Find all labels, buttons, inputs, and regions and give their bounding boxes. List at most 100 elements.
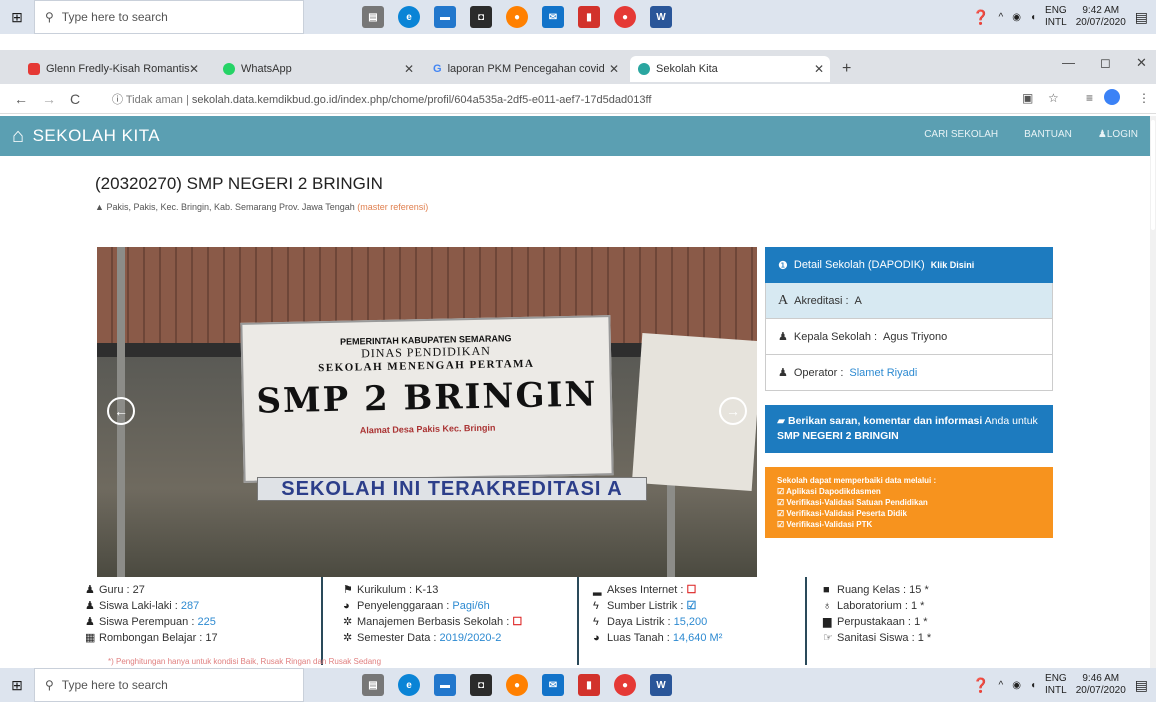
operator-link[interactable]: Slamet Riyadi (849, 367, 917, 379)
tab-whatsapp[interactable]: WhatsApp ✕ (215, 56, 420, 82)
forward-icon[interactable]: → (42, 91, 56, 107)
windows-start-button[interactable]: ⊞ (0, 0, 34, 34)
taskbar-search-input[interactable]: ⚲ Type here to search (34, 668, 304, 702)
tab-google[interactable]: G laporan PKM Pencegahan covid ✕ (425, 56, 625, 82)
task-view-icon[interactable]: ▤ (362, 6, 384, 28)
office-icon[interactable]: ▮ (578, 674, 600, 696)
profile-avatar[interactable] (1104, 89, 1120, 105)
external-link-icon: ☑ (777, 509, 787, 518)
store-icon[interactable]: ◘ (470, 6, 492, 28)
explorer-icon[interactable]: ▬ (434, 674, 456, 696)
clock[interactable]: 9:46 AM 20/07/2020 (1076, 673, 1126, 697)
school-address: ▲ Pakis, Pakis, Kec. Bringin, Kab. Semar… (95, 202, 429, 212)
word-icon[interactable]: W (650, 6, 672, 28)
firefox-icon[interactable]: ● (506, 6, 528, 28)
tab-youtube[interactable]: Glenn Fredly-Kisah Romantis ✕ (20, 56, 205, 82)
edge-icon[interactable]: e (398, 6, 420, 28)
stat-kurikulum: ⚑ Kurikulum : K-13 (343, 584, 439, 596)
tab-sekolah-kita[interactable]: Sekolah Kita ✕ (630, 56, 830, 82)
clock[interactable]: 9:42 AM 20/07/2020 (1076, 5, 1126, 29)
master-referensi-link[interactable]: (master referensi) (357, 202, 428, 212)
carousel-next-icon[interactable]: → (719, 397, 747, 425)
nav-bantuan[interactable]: BANTUAN (1024, 129, 1072, 140)
user-icon: ♟ (778, 331, 788, 343)
saran-button[interactable]: ▰ Berikan saran, komentar dan informasi … (765, 405, 1053, 453)
windows-start-button[interactable]: ⊞ (0, 668, 34, 702)
chevron-up-icon[interactable]: ^ (999, 12, 1004, 23)
chrome-icon[interactable]: ● (614, 674, 636, 696)
store-icon[interactable]: ◘ (470, 674, 492, 696)
new-tab-icon[interactable]: + (842, 60, 851, 78)
stats-column-2: ⚑ Kurikulum : K-13 ◕ Penyelenggaraan : Pag… (343, 577, 583, 646)
mail-icon[interactable]: ✉ (542, 6, 564, 28)
info-circle-icon: ❶ (778, 259, 788, 272)
nav-cari-sekolah[interactable]: CARI SEKOLAH (924, 129, 998, 140)
mail-icon[interactable]: ✉ (542, 674, 564, 696)
link-aplikasi-dapodik[interactable]: ☑ Aplikasi Dapodikdasmen (777, 486, 1041, 497)
language-indicator[interactable]: ENG INTL (1045, 5, 1067, 29)
help-icon[interactable]: ❓ (972, 677, 989, 694)
stat-rombel: ▦ Rombongan Belajar : 17 (85, 632, 218, 644)
bookmark-star-icon[interactable]: ☆ (1048, 91, 1059, 105)
close-tab-icon[interactable]: ✕ (404, 62, 414, 76)
chevron-up-icon[interactable]: ^ (999, 680, 1004, 691)
kepala-sekolah-row: ♟ Kepala Sekolah : Agus Triyono (765, 319, 1053, 355)
stat-sanitasi: ☞ Sanitasi Siswa : 1 * (823, 632, 932, 644)
akreditasi-banner: SEKOLAH INI TERAKREDITASI A (257, 477, 647, 501)
search-icon: ⚲ (45, 678, 54, 692)
reading-list-icon[interactable]: ≡ (1086, 91, 1093, 105)
close-tab-icon[interactable]: ✕ (609, 62, 619, 76)
volume-icon[interactable]: ◖ (1030, 680, 1036, 691)
page-scrollbar[interactable] (1150, 116, 1156, 668)
word-icon[interactable]: W (650, 674, 672, 696)
nav-login[interactable]: ♟LOGIN (1098, 129, 1138, 140)
volume-icon[interactable]: ◖ (1030, 12, 1036, 23)
site-brand[interactable]: ⌂ SEKOLAH KITA (12, 125, 160, 148)
carousel-prev-icon[interactable]: ← (107, 397, 135, 425)
minimize-icon[interactable]: — (1062, 55, 1075, 70)
detail-sekolah-link[interactable]: ❶ Detail Sekolah (DAPODIK) Klik Disini (765, 247, 1053, 283)
stat-daya-listrik: ϟ Daya Listrik : 15,200 (593, 616, 708, 628)
web-page: ⌂ SEKOLAH KITA CARI SEKOLAH BANTUAN ♟LOG… (0, 116, 1150, 668)
external-link-icon: ☑ (777, 520, 787, 529)
translate-icon[interactable]: ▣ (1022, 91, 1033, 105)
link-verval-ptk[interactable]: ☑ Verifikasi-Validasi PTK (777, 519, 1041, 530)
sekolah-kita-favicon (638, 63, 650, 75)
address-bar: ← → C ⓘ Tidak aman | sekolah.data.kemdik… (0, 84, 1156, 114)
stat-perpustakaan: ▆ Perpustakaan : 1 * (823, 616, 928, 628)
bolt-icon: ϟ (593, 616, 599, 628)
chrome-icon[interactable]: ● (614, 6, 636, 28)
site-nav-links: CARI SEKOLAH BANTUAN ♟LOGIN (924, 129, 1138, 140)
notification-icon[interactable]: ▤ (1135, 9, 1148, 26)
network-icon[interactable]: ◉ (1012, 680, 1021, 691)
explorer-icon[interactable]: ▬ (434, 6, 456, 28)
stats-footnote: *) Penghitungan hanya untuk kondisi Baik… (108, 657, 382, 666)
stat-ruang-kelas: ■ Ruang Kelas : 15 * (823, 584, 929, 596)
firefox-icon[interactable]: ● (506, 674, 528, 696)
url-input[interactable]: ⓘ Tidak aman | sekolah.data.kemdikbud.go… (112, 91, 651, 107)
link-verval-satuan[interactable]: ☑ Verifikasi-Validasi Satuan Pendidikan (777, 497, 1041, 508)
stats-column-1: ♟ Guru : 27 ♟ Siswa Laki-laki : 287 ♟ Siswa… (85, 577, 325, 646)
network-icon[interactable]: ◉ (1012, 12, 1021, 23)
edge-icon[interactable]: e (398, 674, 420, 696)
school-photo-carousel[interactable]: PEMERINTAH KABUPATEN SEMARANG DINAS PEND… (97, 247, 757, 577)
maximize-icon[interactable]: ◻ (1100, 55, 1111, 71)
help-icon[interactable]: ❓ (972, 9, 989, 26)
close-tab-icon[interactable]: ✕ (814, 62, 824, 76)
link-verval-pd[interactable]: ☑ Verifikasi-Validasi Peserta Didik (777, 508, 1041, 519)
close-tab-icon[interactable]: ✕ (189, 62, 199, 76)
task-view-icon[interactable]: ▤ (362, 674, 384, 696)
language-indicator[interactable]: ENG INTL (1045, 673, 1067, 697)
notification-icon[interactable]: ▤ (1135, 677, 1148, 694)
square-icon: ■ (823, 584, 830, 596)
stat-guru: ♟ Guru : 27 (85, 584, 145, 596)
flask-icon: ♁ (823, 600, 832, 612)
office-icon[interactable]: ▮ (578, 6, 600, 28)
graduation-cap-icon: ⚑ (343, 584, 353, 596)
reload-icon[interactable]: C (70, 91, 80, 107)
close-window-icon[interactable]: ✕ (1136, 55, 1147, 71)
menu-dots-icon[interactable]: ⋮ (1138, 91, 1150, 105)
gear-icon: ✲ (343, 632, 353, 644)
taskbar-search-input[interactable]: ⚲ Type here to search (34, 0, 304, 34)
back-icon[interactable]: ← (14, 91, 28, 107)
